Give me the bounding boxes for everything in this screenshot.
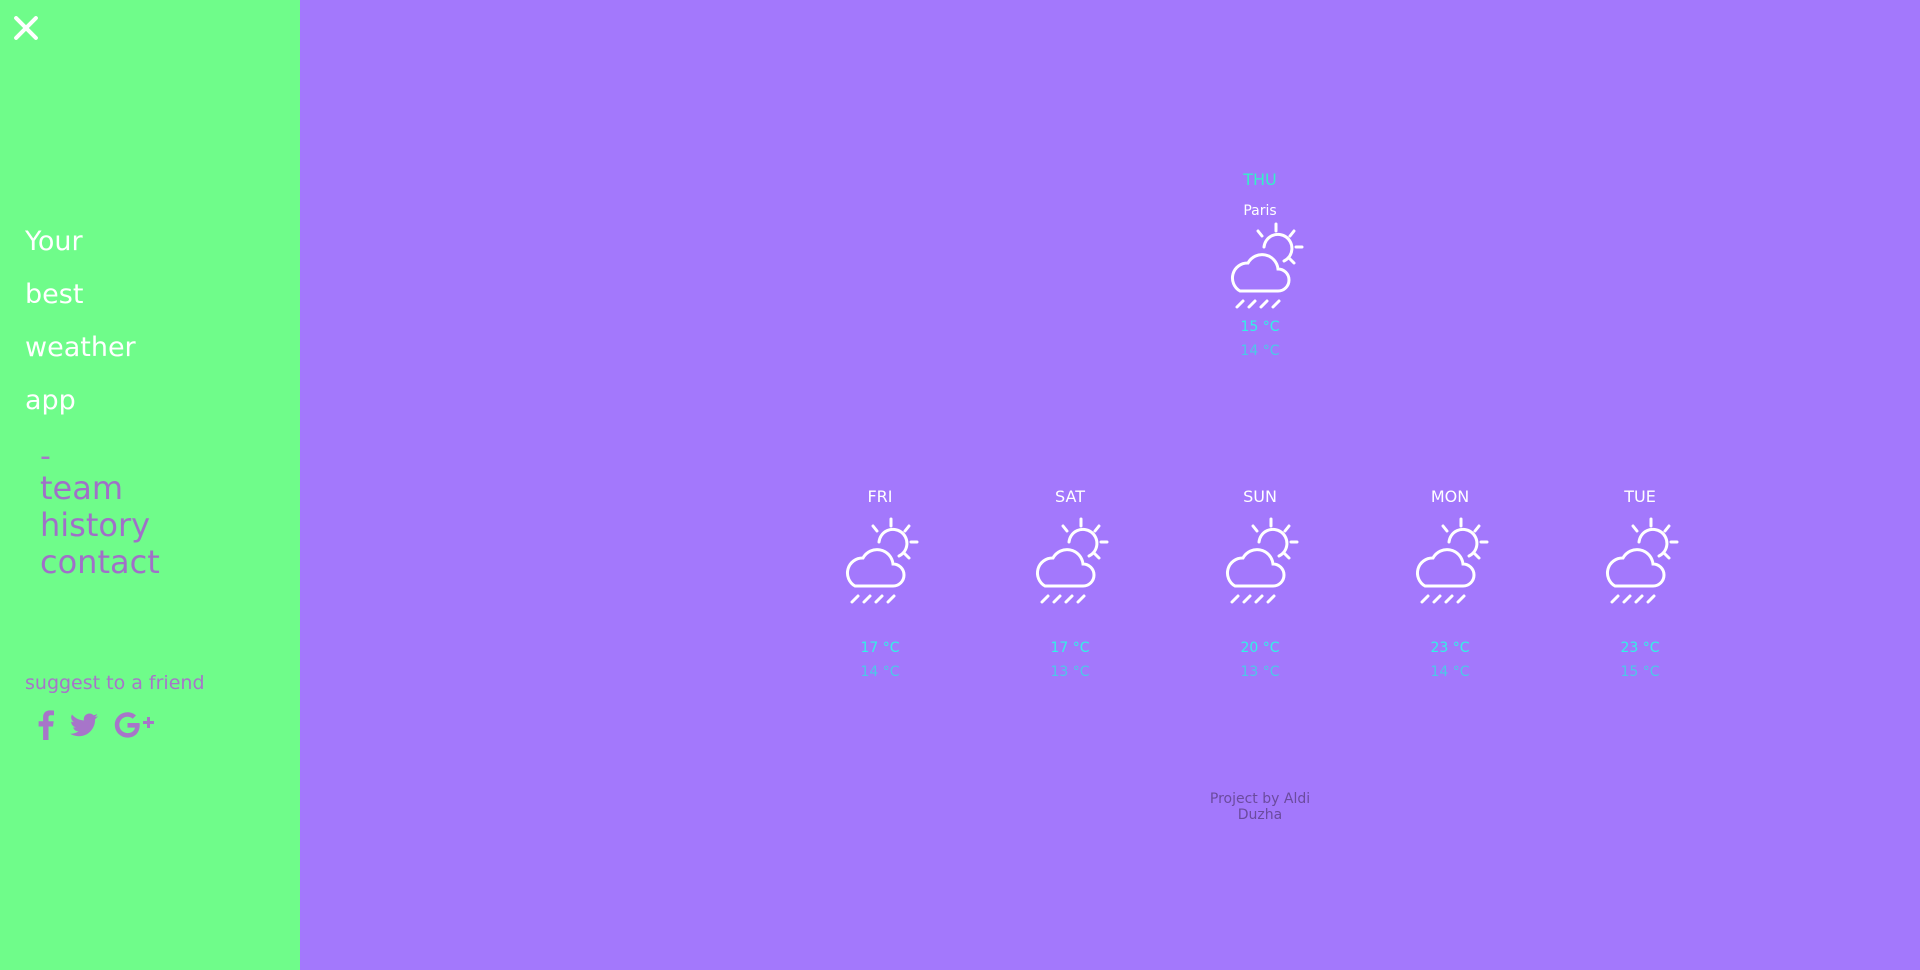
today-high-temp: 15 °C <box>1240 319 1280 335</box>
close-icon[interactable] <box>10 12 42 44</box>
sidebar-menu: - team history contact <box>40 439 160 581</box>
today-card: THU Paris 15 °C 14 °C <box>1220 170 1304 359</box>
forecast-high-temp: 20 °C <box>1240 640 1280 656</box>
forecast-day-name: SUN <box>1243 487 1277 506</box>
forecast-day-card: SUN 20 °C 13 °C <box>1210 487 1310 680</box>
forecast-day-name: MON <box>1430 487 1470 506</box>
today-day: THU <box>1243 170 1277 189</box>
today-low-temp: 14 °C <box>1240 343 1280 359</box>
google-plus-icon[interactable] <box>114 711 156 743</box>
facebook-icon[interactable] <box>38 710 54 744</box>
forecast-day-card: SAT 17 °C 13 °C <box>1020 487 1120 680</box>
rain-cloud-sun-icon <box>1225 517 1299 604</box>
rain-cloud-sun-icon <box>845 517 919 604</box>
forecast-day-name: TUE <box>1624 487 1656 506</box>
forecast-high-temp: 17 °C <box>1050 640 1090 656</box>
forecast-day-card: MON 23 °C 14 °C <box>1400 487 1500 680</box>
forecast-day-name: SAT <box>1055 487 1085 506</box>
forecast-day-name: FRI <box>867 487 893 506</box>
forecast-day-card: TUE 23 °C 15 °C <box>1590 487 1690 680</box>
tagline-line: weather <box>25 332 136 363</box>
menu-item-team[interactable]: team <box>40 470 160 507</box>
rain-cloud-sun-icon <box>1605 517 1679 604</box>
tagline-line: app <box>25 385 76 416</box>
suggest-label: suggest to a friend <box>25 672 205 694</box>
forecast-low-temp: 13 °C <box>1050 664 1090 680</box>
forecast-high-temp: 23 °C <box>1430 640 1470 656</box>
city-name: Paris <box>1243 203 1277 219</box>
menu-item-contact[interactable]: contact <box>40 544 160 581</box>
menu-dash: - <box>40 439 51 474</box>
rain-cloud-sun-icon <box>1415 517 1489 604</box>
forecast-low-temp: 14 °C <box>860 664 900 680</box>
social-links <box>38 710 156 744</box>
forecast-high-temp: 23 °C <box>1620 640 1660 656</box>
menu-item-history[interactable]: history <box>40 507 160 544</box>
tagline-line: best <box>25 279 84 310</box>
tagline-line: Your <box>25 226 83 257</box>
forecast-low-temp: 15 °C <box>1620 664 1660 680</box>
main-panel: THU Paris 15 °C 14 °C FRI 17 °C 14 °C SAT 17… <box>300 0 1920 970</box>
footer-credit: Project by Aldi Duzha <box>1209 791 1311 823</box>
rain-cloud-sun-icon <box>1035 517 1109 604</box>
forecast-day-card: FRI 17 °C 14 °C <box>830 487 930 680</box>
forecast-low-temp: 14 °C <box>1430 664 1470 680</box>
twitter-icon[interactable] <box>70 713 98 741</box>
forecast-high-temp: 17 °C <box>860 640 900 656</box>
tagline: Your best weather app <box>25 215 136 427</box>
rain-cloud-sun-icon <box>1230 222 1304 309</box>
forecast-low-temp: 13 °C <box>1240 664 1280 680</box>
sidebar: Your best weather app - team history con… <box>0 0 300 970</box>
